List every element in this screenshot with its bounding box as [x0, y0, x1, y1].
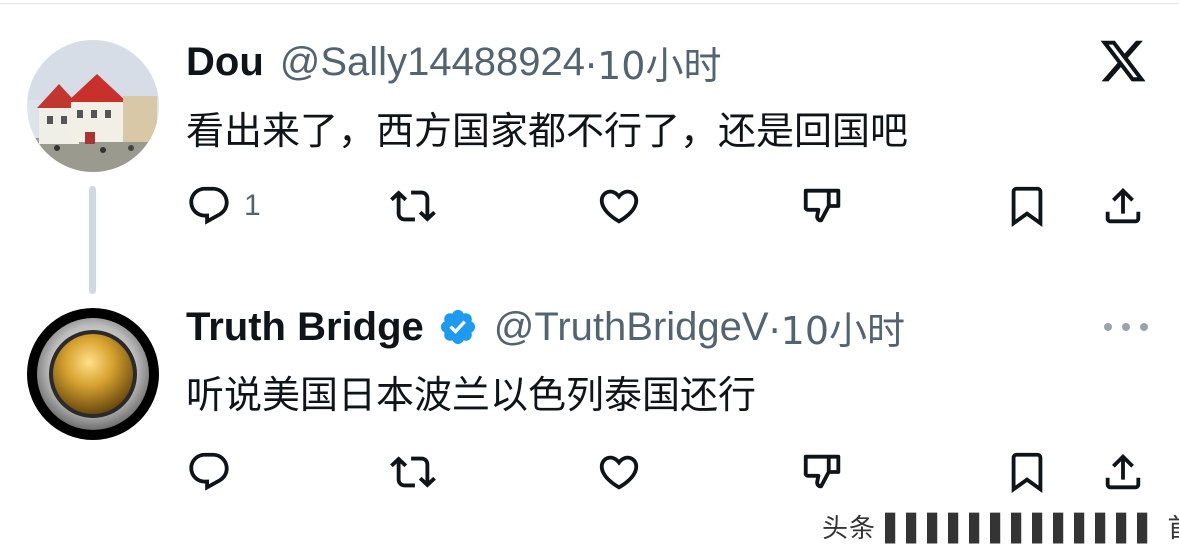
dislike-icon [803, 188, 841, 223]
reply-icon [189, 186, 229, 225]
tweet-text: 听说美国日本波兰以色列泰国还行 [186, 373, 757, 417]
like-icon [599, 189, 639, 224]
verified-badge-icon[interactable] [438, 307, 478, 347]
share-icon [1105, 453, 1141, 490]
share-icon [1105, 187, 1141, 224]
reply-count: 1 [244, 189, 261, 222]
bookmark-button[interactable] [1004, 182, 1050, 230]
dislike-icon [803, 454, 841, 489]
user-handle[interactable]: @Sally14488924 [280, 40, 585, 85]
share-button[interactable] [1100, 448, 1146, 496]
retweet-icon [390, 456, 436, 488]
reply-button[interactable] [186, 448, 244, 496]
house-photo-avatar [27, 40, 159, 172]
tweet-text: 看出来了，西方国家都不行了，还是回国吧 [186, 109, 909, 153]
reply-icon [189, 452, 229, 491]
avatar-dou[interactable] [27, 40, 159, 172]
like-button[interactable] [596, 182, 642, 230]
share-button[interactable] [1100, 182, 1146, 230]
display-name[interactable]: Dou [186, 40, 264, 85]
retweet-button[interactable] [390, 182, 436, 230]
reply-button[interactable]: 1 [186, 182, 261, 230]
tweet-1[interactable]: Dou @Sally14488924 ·10小时 看出来了，西方国家都不行了，还… [0, 0, 1179, 290]
retweet-icon [390, 190, 436, 222]
bookmark-icon [1011, 452, 1043, 493]
bookmark-button[interactable] [1004, 448, 1050, 496]
thread-connector [89, 186, 96, 294]
dislike-button[interactable] [800, 448, 846, 496]
like-button[interactable] [596, 448, 642, 496]
watermark: 头条 ▌▌▌▌▌▌▌▌▌▌▌▌▌ 首 [822, 514, 1179, 544]
like-icon [599, 455, 639, 490]
gold-button-avatar [27, 308, 159, 440]
bookmark-icon [1011, 186, 1043, 227]
timestamp[interactable]: ·10小时 [585, 35, 721, 90]
dislike-button[interactable] [800, 182, 846, 230]
tweet-header: Dou @Sally14488924 ·10小时 [186, 38, 721, 88]
user-handle[interactable]: @TruthBridgeV [494, 305, 769, 350]
display-name[interactable]: Truth Bridge [186, 305, 424, 350]
tweet-header: Truth Bridge @TruthBridgeV ·10小时 [186, 300, 905, 355]
timestamp[interactable]: ·10小时 [769, 300, 905, 355]
retweet-button[interactable] [390, 448, 436, 496]
more-icon[interactable] [1101, 322, 1151, 332]
avatar-truth-bridge[interactable] [27, 308, 159, 440]
